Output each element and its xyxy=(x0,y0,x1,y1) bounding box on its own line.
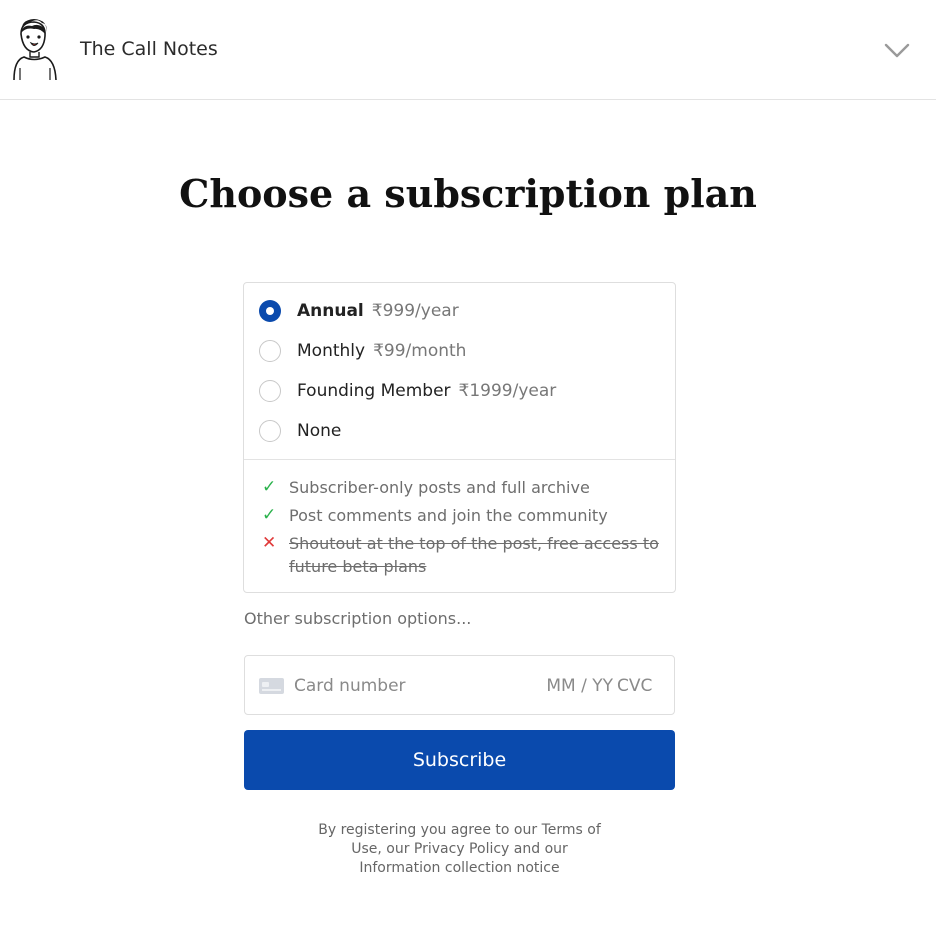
feature-item: ✕ Shoutout at the top of the post, free … xyxy=(262,532,662,578)
card-cvc-input[interactable] xyxy=(617,674,661,698)
radio-unselected-icon[interactable] xyxy=(259,380,281,402)
feature-text: Post comments and join the community xyxy=(289,506,608,525)
plan-divider xyxy=(244,459,675,460)
card-number-input[interactable] xyxy=(294,674,494,698)
top-bar: The Call Notes xyxy=(0,0,936,100)
legal-notice: By registering you agree to our Terms of… xyxy=(318,822,601,876)
checkmark-icon: ✓ xyxy=(262,477,277,497)
publication-avatar[interactable] xyxy=(8,14,62,82)
plan-option-label: None xyxy=(297,421,342,441)
subscribe-button[interactable]: Subscribe xyxy=(244,730,675,790)
avatar-illustration xyxy=(13,19,57,81)
publication-name[interactable]: The Call Notes xyxy=(80,38,218,60)
plan-option-price: ₹1999/year xyxy=(458,381,557,401)
plan-option-none[interactable]: None xyxy=(259,419,659,445)
plan-option-label: Founding Member ₹1999/year xyxy=(297,381,557,401)
plan-option-label: Annual ₹999/year xyxy=(297,301,459,321)
feature-item: ✓ Subscriber-only posts and full archive xyxy=(262,476,662,499)
plan-option-price: ₹99/month xyxy=(373,341,467,361)
page-title: Choose a subscription plan xyxy=(179,171,757,216)
plan-option-founding-member[interactable]: Founding Member ₹1999/year xyxy=(259,379,659,405)
radio-selected-icon[interactable] xyxy=(259,300,281,322)
other-subscription-options-link[interactable]: Other subscription options... xyxy=(244,609,471,628)
plan-option-label: Monthly ₹99/month xyxy=(297,341,467,361)
checkmark-icon: ✓ xyxy=(262,505,277,525)
radio-unselected-icon[interactable] xyxy=(259,420,281,442)
card-expiry-input[interactable] xyxy=(537,674,613,698)
credit-card-icon xyxy=(259,678,284,694)
plan-option-annual[interactable]: Annual ₹999/year xyxy=(259,299,659,325)
card-details-field[interactable] xyxy=(244,655,675,715)
chevron-down-icon[interactable] xyxy=(880,36,914,64)
plan-selector: Annual ₹999/year Monthly ₹99/month Foundin… xyxy=(243,282,676,593)
plan-option-monthly[interactable]: Monthly ₹99/month xyxy=(259,339,659,365)
radio-unselected-icon[interactable] xyxy=(259,340,281,362)
plan-option-price: ₹999/year xyxy=(371,301,459,321)
feature-text: Subscriber-only posts and full archive xyxy=(289,478,590,497)
feature-item: ✓ Post comments and join the community xyxy=(262,504,662,527)
cross-icon: ✕ xyxy=(262,533,277,553)
feature-text: Shoutout at the top of the post, free ac… xyxy=(289,534,659,576)
